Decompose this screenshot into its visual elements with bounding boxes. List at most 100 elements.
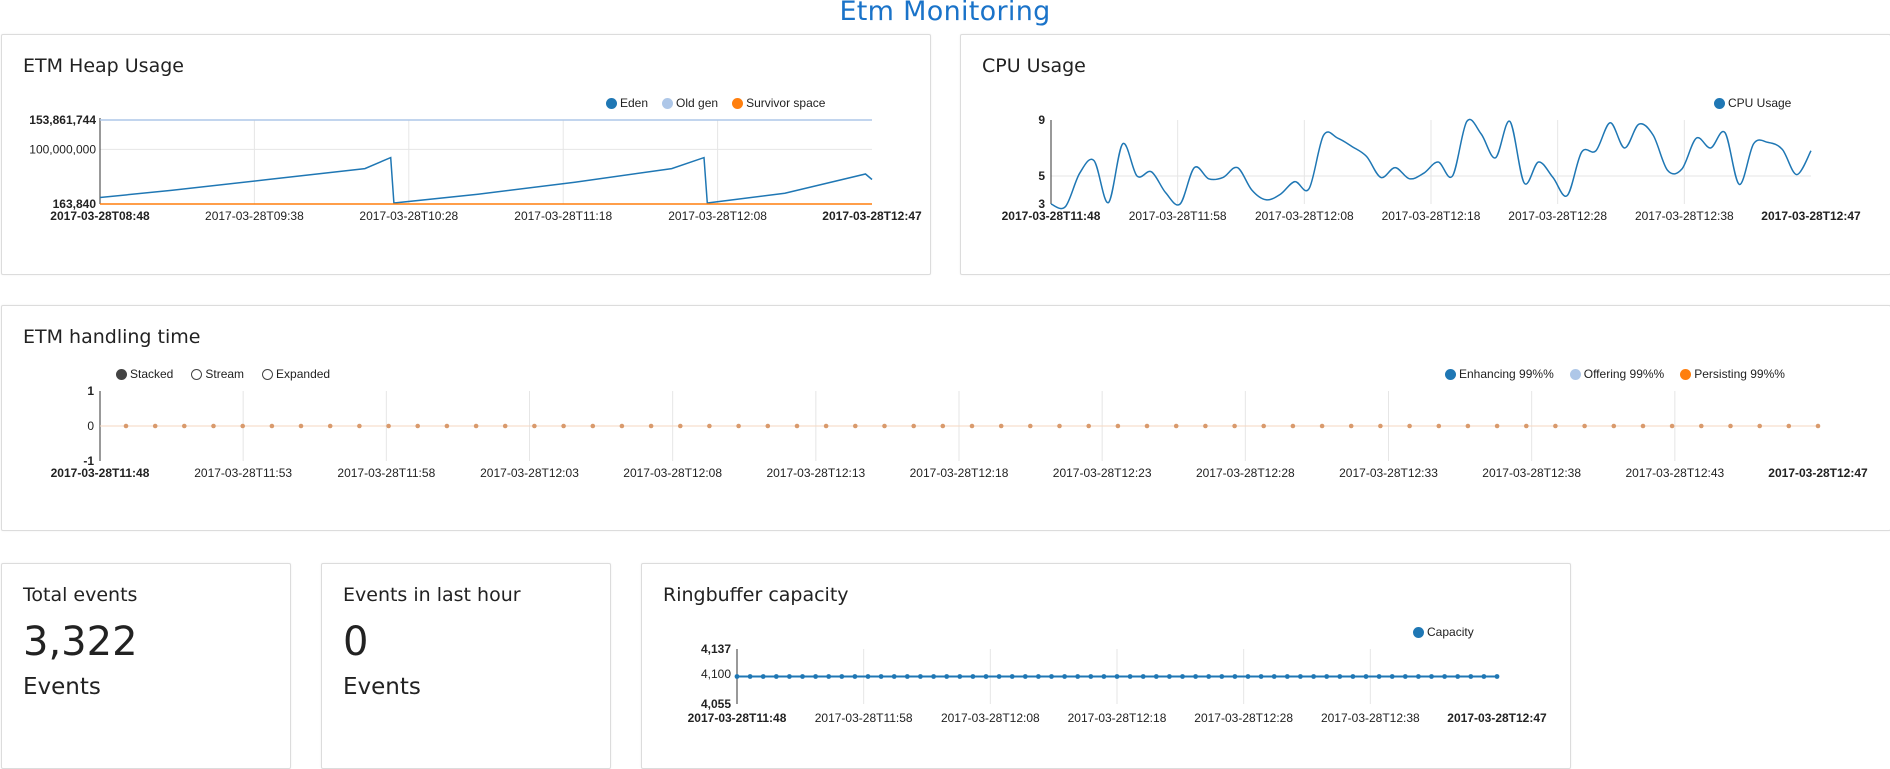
heap-y-tick-label: 153,861,744 bbox=[29, 113, 96, 127]
handling-point bbox=[736, 423, 741, 429]
cpu-x-tick-label: 2017-03-28T12:28 bbox=[1508, 209, 1607, 223]
ring-point bbox=[1245, 674, 1251, 679]
ring-point bbox=[1350, 674, 1356, 679]
ring-point bbox=[1167, 674, 1172, 679]
handling-point bbox=[1757, 423, 1762, 429]
handling-point bbox=[1669, 423, 1675, 429]
handling-point bbox=[1144, 423, 1150, 429]
ring-point bbox=[904, 674, 910, 679]
ring-point bbox=[852, 674, 858, 679]
handling-point bbox=[532, 423, 537, 429]
heap-chart: 2017-03-28T08:48 2017-03-28T09:38 2017-03-… bbox=[29, 113, 922, 223]
handling-point bbox=[794, 423, 800, 429]
ring-point bbox=[865, 674, 871, 679]
handling-x-tick-label: 2017-03-28T12:28 bbox=[1196, 466, 1295, 480]
handling-point bbox=[269, 423, 275, 429]
handling-point bbox=[1815, 423, 1821, 429]
handling-time-panel: ETM handling time Stacked Stream Expande… bbox=[1, 305, 1890, 531]
total-events-value: 3,322 bbox=[23, 619, 138, 665]
handling-point bbox=[211, 423, 216, 429]
handling-point bbox=[940, 423, 946, 429]
ring-point bbox=[1271, 674, 1277, 679]
ring-point bbox=[983, 674, 989, 679]
handling-point bbox=[1553, 423, 1558, 429]
ring-point bbox=[1298, 674, 1303, 679]
last-hour-value: 0 bbox=[343, 619, 369, 665]
ring-point bbox=[931, 674, 936, 679]
ring-point bbox=[1311, 674, 1316, 679]
ring-point bbox=[839, 674, 845, 679]
ring-point bbox=[800, 674, 805, 679]
total-events-title: Total events bbox=[23, 584, 138, 606]
ring-point bbox=[944, 674, 950, 679]
ring-point bbox=[1193, 674, 1198, 679]
handling-point bbox=[1319, 423, 1325, 429]
handling-point bbox=[298, 423, 304, 429]
ring-y-tick-label: 4,137 bbox=[701, 642, 731, 656]
ring-point bbox=[1114, 674, 1120, 679]
cpu-x-tick-label: 2017-03-28T11:48 bbox=[1002, 209, 1101, 223]
handling-point bbox=[648, 423, 654, 429]
ring-point bbox=[773, 674, 779, 679]
handling-point bbox=[853, 423, 858, 429]
ring-point bbox=[1036, 674, 1041, 679]
heap-x-tick-label: 2017-03-28T10:28 bbox=[359, 209, 458, 223]
ring-point bbox=[1258, 674, 1264, 679]
handling-y-tick-label: 0 bbox=[87, 419, 94, 433]
ring-point bbox=[1363, 674, 1369, 679]
ringbuffer-chart: 2017-03-28T11:48 2017-03-28T11:58 2017-03-… bbox=[688, 642, 1547, 725]
ring-point bbox=[1075, 674, 1081, 679]
last-hour-title: Events in last hour bbox=[343, 584, 521, 606]
cpu-usage-panel: CPU Usage CPU Usage 2017-03-28T11:48 2017… bbox=[960, 34, 1890, 275]
handling-point bbox=[1436, 423, 1442, 429]
handling-point bbox=[415, 423, 421, 429]
handling-time-chart: 2017-03-28T11:48 2017-03-28T11:53 2017-03-… bbox=[51, 384, 1868, 480]
heap-y-tick-label: 163,840 bbox=[53, 197, 97, 211]
handling-point bbox=[1173, 423, 1179, 429]
ring-x-tick-label: 2017-03-28T11:48 bbox=[688, 711, 787, 725]
handling-point bbox=[678, 423, 683, 429]
handling-point bbox=[1290, 423, 1296, 429]
handling-point bbox=[1640, 423, 1646, 429]
cpu-x-tick-label: 2017-03-28T11:58 bbox=[1129, 209, 1227, 223]
handling-point bbox=[1524, 423, 1529, 429]
handling-x-tick-label: 2017-03-28T11:58 bbox=[337, 466, 435, 480]
page-title: Etm Monitoring bbox=[839, 0, 1051, 27]
handling-x-tick-label: 2017-03-28T12:03 bbox=[480, 466, 579, 480]
ring-point bbox=[1088, 674, 1094, 679]
handling-point bbox=[1261, 423, 1266, 429]
handling-point bbox=[357, 423, 362, 429]
ringbuffer-panel: Ringbuffer capacity Capacity 2017-03-28T… bbox=[641, 563, 1571, 769]
handling-point bbox=[182, 423, 187, 429]
handling-point bbox=[1115, 423, 1121, 429]
ring-point bbox=[747, 674, 753, 679]
ring-point bbox=[1416, 674, 1421, 679]
ring-point bbox=[734, 674, 740, 679]
heap-x-tick-label: 2017-03-28T09:38 bbox=[205, 209, 304, 223]
cpu-y-tick-label: 9 bbox=[1038, 113, 1045, 127]
heap-series-eden bbox=[99, 156, 873, 204]
ring-point bbox=[1140, 674, 1146, 679]
ring-x-tick-label: 2017-03-28T12:38 bbox=[1321, 711, 1420, 725]
ring-point bbox=[1389, 674, 1395, 679]
handling-x-tick-label: 2017-03-28T11:48 bbox=[51, 466, 150, 480]
ring-point bbox=[1284, 674, 1290, 679]
cpu-y-tick-label: 3 bbox=[1038, 197, 1045, 211]
ring-point bbox=[1455, 674, 1461, 679]
ring-point bbox=[1022, 674, 1028, 679]
handling-x-tick-label: 2017-03-28T12:43 bbox=[1625, 466, 1724, 480]
handling-point bbox=[590, 423, 596, 429]
heap-x-tick-label: 2017-03-28T12:08 bbox=[668, 209, 767, 223]
cpu-x-tick-label: 2017-03-28T12:08 bbox=[1255, 209, 1354, 223]
ring-point bbox=[1127, 674, 1133, 679]
handling-point bbox=[1086, 423, 1091, 429]
handling-x-tick-label: 2017-03-28T12:47 bbox=[1768, 466, 1868, 480]
ring-point bbox=[1442, 674, 1447, 679]
handling-point bbox=[386, 423, 391, 429]
handling-point bbox=[240, 423, 245, 429]
ring-point bbox=[1153, 674, 1159, 679]
handling-point bbox=[1699, 423, 1704, 429]
handling-point bbox=[502, 423, 508, 429]
ring-x-tick-label: 2017-03-28T12:47 bbox=[1447, 711, 1547, 725]
ring-point bbox=[1101, 674, 1107, 679]
